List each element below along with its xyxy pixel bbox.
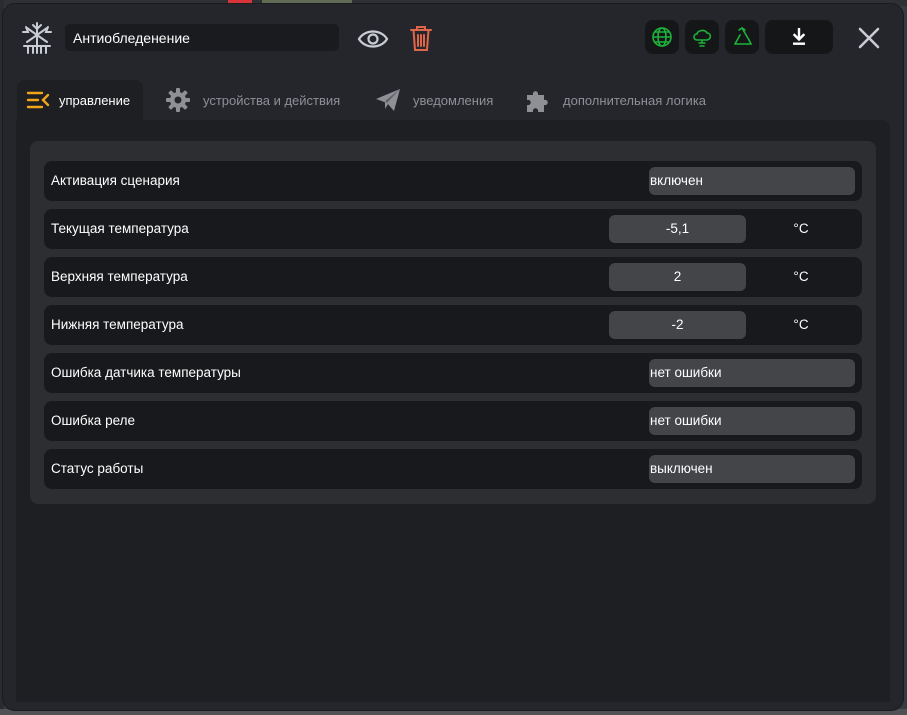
scenario-title-input[interactable] xyxy=(65,24,339,51)
cloud-status-button[interactable] xyxy=(685,20,719,54)
current-temperature-field[interactable]: -5,1 xyxy=(609,215,746,243)
temperature-unit: °C xyxy=(793,269,809,284)
row-scenario-activation: Активация сценария включен xyxy=(44,161,862,201)
download-button[interactable] xyxy=(765,20,833,54)
row-label: Ошибка датчика температуры xyxy=(51,365,241,380)
row-label: Верхняя температура xyxy=(51,269,188,284)
row-current-temperature: Текущая температура -5,1 °C xyxy=(44,209,862,249)
temperature-unit: °C xyxy=(793,221,809,236)
modal-header xyxy=(3,4,903,72)
temperature-unit: °C xyxy=(793,317,809,332)
tab-notifications[interactable]: уведомления xyxy=(375,80,493,120)
row-lower-temperature: Нижняя температура -2 °C xyxy=(44,305,862,345)
row-label: Ошибка реле xyxy=(51,413,136,428)
cloud-icon xyxy=(693,29,712,47)
tab-control-label: управление xyxy=(59,92,131,108)
scenario-activation-select[interactable]: включен xyxy=(649,167,855,195)
control-menu-icon xyxy=(26,91,50,109)
tab-notifications-label: уведомления xyxy=(413,92,494,108)
row-upper-temperature: Верхняя температура 2 °C xyxy=(44,257,862,297)
row-label: Текущая температура xyxy=(51,221,189,236)
work-status-select[interactable]: выключен xyxy=(649,455,855,483)
recycle-status-button[interactable] xyxy=(725,20,759,54)
gear-icon xyxy=(166,88,190,112)
eye-icon[interactable] xyxy=(357,26,389,52)
tab-content: Активация сценария включен Текущая темпе… xyxy=(16,120,890,702)
tab-control[interactable]: управление xyxy=(17,80,143,120)
lower-temperature-field[interactable]: -2 xyxy=(609,311,746,339)
download-icon xyxy=(792,28,806,45)
trash-icon[interactable] xyxy=(409,24,433,52)
globe-icon xyxy=(652,27,672,47)
relay-error-select[interactable]: нет ошибки xyxy=(649,407,855,435)
tab-devices-actions-label: устройства и действия xyxy=(203,92,341,108)
control-panel: Активация сценария включен Текущая темпе… xyxy=(30,141,876,504)
row-sensor-error: Ошибка датчика температуры нет ошибки xyxy=(44,353,862,393)
row-label: Статус работы xyxy=(51,461,144,476)
tab-bar: управление устройства и действия уведомл… xyxy=(17,80,897,120)
close-icon[interactable] xyxy=(855,24,883,52)
row-relay-error: Ошибка реле нет ошибки xyxy=(44,401,862,441)
scenario-modal: управление устройства и действия xyxy=(3,4,903,710)
upper-temperature-field[interactable]: 2 xyxy=(609,263,746,291)
row-label: Активация сценария xyxy=(51,173,180,188)
globe-status-button[interactable] xyxy=(645,20,679,54)
tab-extra-logic[interactable]: дополнительная логика xyxy=(524,80,706,120)
recycle-icon xyxy=(734,27,753,45)
row-work-status: Статус работы выключен xyxy=(44,449,862,489)
tab-extra-logic-label: дополнительная логика xyxy=(563,92,707,108)
puzzle-icon xyxy=(527,91,548,112)
row-label: Нижняя температура xyxy=(51,317,184,332)
paper-plane-icon xyxy=(376,89,400,111)
tab-devices-actions[interactable]: устройства и действия xyxy=(165,80,340,120)
sensor-error-select[interactable]: нет ошибки xyxy=(649,359,855,387)
snowflake-icon xyxy=(22,22,52,54)
